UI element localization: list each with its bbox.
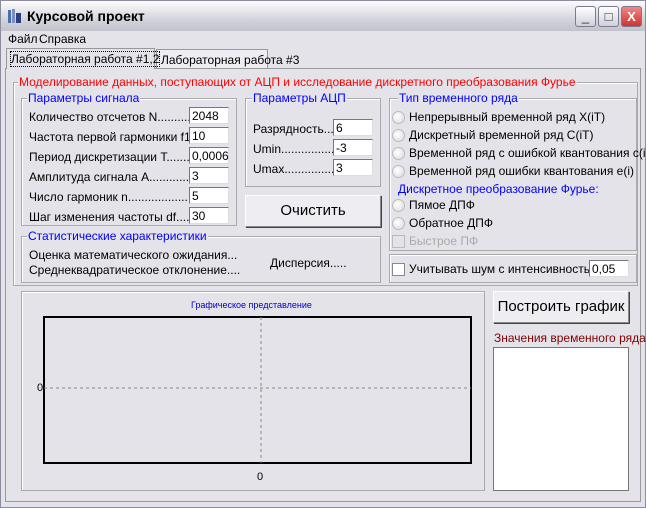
noise-label[interactable]: Учитывать шум с интенсивностью <box>409 262 599 276</box>
field-label: Umax.................. <box>253 162 345 176</box>
harmonics-count-input[interactable]: 5 <box>189 187 229 204</box>
stats-title: Статистические характеристики <box>27 229 208 243</box>
minimize-button[interactable]: _ <box>575 6 596 27</box>
fft-checkbox <box>392 235 405 248</box>
bit-depth-input[interactable]: 6 <box>333 119 373 136</box>
sampling-period-input[interactable]: 0,0006 <box>189 147 229 164</box>
title-bar[interactable]: Курсовой проект _ □ X <box>1 1 645 31</box>
radio-label[interactable]: Пямое ДПФ <box>409 198 475 212</box>
plot-area <box>43 316 472 464</box>
y-zero-label: 0 <box>37 382 44 394</box>
tab-label: Лабораторная работа #1,2 <box>9 51 161 67</box>
tab-label: Лабораторная работа #3 <box>161 53 300 67</box>
radio-discrete[interactable] <box>392 129 405 142</box>
x-zero-label: 0 <box>257 471 264 483</box>
variance-label: Дисперсия..... <box>270 256 347 270</box>
freq-step-input[interactable]: 30 <box>189 207 229 224</box>
field-label: Период дискретизации T.......... <box>29 150 200 164</box>
samples-count-input[interactable]: 2048 <box>189 107 229 124</box>
field-label: Разрядность..... <box>253 122 341 136</box>
mean-label: Оценка математического ожидания... <box>29 248 238 262</box>
field-label: Амплитуда сигнала A.................. <box>29 170 210 184</box>
values-label: Значения временного ряда: <box>494 331 646 345</box>
radio-label[interactable]: Непрерывный временной ряд X(iT) <box>409 110 605 124</box>
field-label: Количество отсчетов N............. <box>29 110 201 124</box>
dft-title: Дискретное преобразование Фурье: <box>398 182 599 196</box>
tab-lab-1-2[interactable]: Лабораторная работа #1,2 <box>6 48 161 69</box>
field-label: Шаг изменения частоты df........ <box>29 210 203 224</box>
radio-label[interactable]: Временной ряд ошибки квантования e(i) <box>409 164 634 178</box>
plot-button[interactable]: Построить график <box>493 291 629 323</box>
signal-params-title: Параметры сигнала <box>27 91 141 105</box>
window-title: Курсовой проект <box>27 8 145 24</box>
graph-title: Графическое представление <box>191 300 312 310</box>
field-label: Umin.................. <box>253 142 342 156</box>
plot-frame <box>43 316 472 464</box>
field-label: Число гармоник n........................… <box>29 190 212 204</box>
menu-bar: Файл Справка <box>1 31 645 47</box>
series-type-title: Тип временного ряда <box>398 91 519 105</box>
fft-label: Быстрое ПФ <box>409 234 479 248</box>
maximize-button[interactable]: □ <box>598 6 619 27</box>
main-window: Курсовой проект _ □ X Файл Справка Лабор… <box>0 0 646 508</box>
noise-intensity-input[interactable]: 0,05 <box>589 260 629 277</box>
values-listbox[interactable] <box>493 347 629 491</box>
app-icon <box>8 9 21 23</box>
first-harmonic-freq-input[interactable]: 10 <box>189 127 229 144</box>
radio-label[interactable]: Дискретный временной ряд C(iT) <box>409 128 593 142</box>
radio-inverse-dft[interactable] <box>392 217 405 230</box>
field-label: Частота первой гармоники f1... <box>29 130 201 144</box>
close-button[interactable]: X <box>621 6 642 27</box>
radio-label[interactable]: Обратное ДПФ <box>409 216 493 230</box>
radio-quant-error[interactable] <box>392 165 405 178</box>
radio-label[interactable]: Временной ряд с ошибкой квантования c(i) <box>409 146 646 160</box>
umin-input[interactable]: -3 <box>333 139 373 156</box>
radio-continuous[interactable] <box>392 111 405 124</box>
clear-button[interactable]: Очистить <box>245 195 381 227</box>
amplitude-input[interactable]: 3 <box>189 167 229 184</box>
radio-forward-dft[interactable] <box>392 199 405 212</box>
tab-lab-3[interactable]: Лабораторная работа #3 <box>156 49 299 69</box>
menu-help[interactable]: Справка <box>39 32 86 46</box>
radio-quant-error-series[interactable] <box>392 147 405 160</box>
std-label: Среднеквадратическое отклонение.... <box>29 263 241 277</box>
umax-input[interactable]: 3 <box>333 159 373 176</box>
noise-checkbox[interactable] <box>392 263 405 276</box>
main-group-title: Моделирование данных, поступающих от АЦП… <box>18 75 577 89</box>
adc-params-title: Параметры АЦП <box>252 91 347 105</box>
menu-file[interactable]: Файл <box>8 32 38 46</box>
